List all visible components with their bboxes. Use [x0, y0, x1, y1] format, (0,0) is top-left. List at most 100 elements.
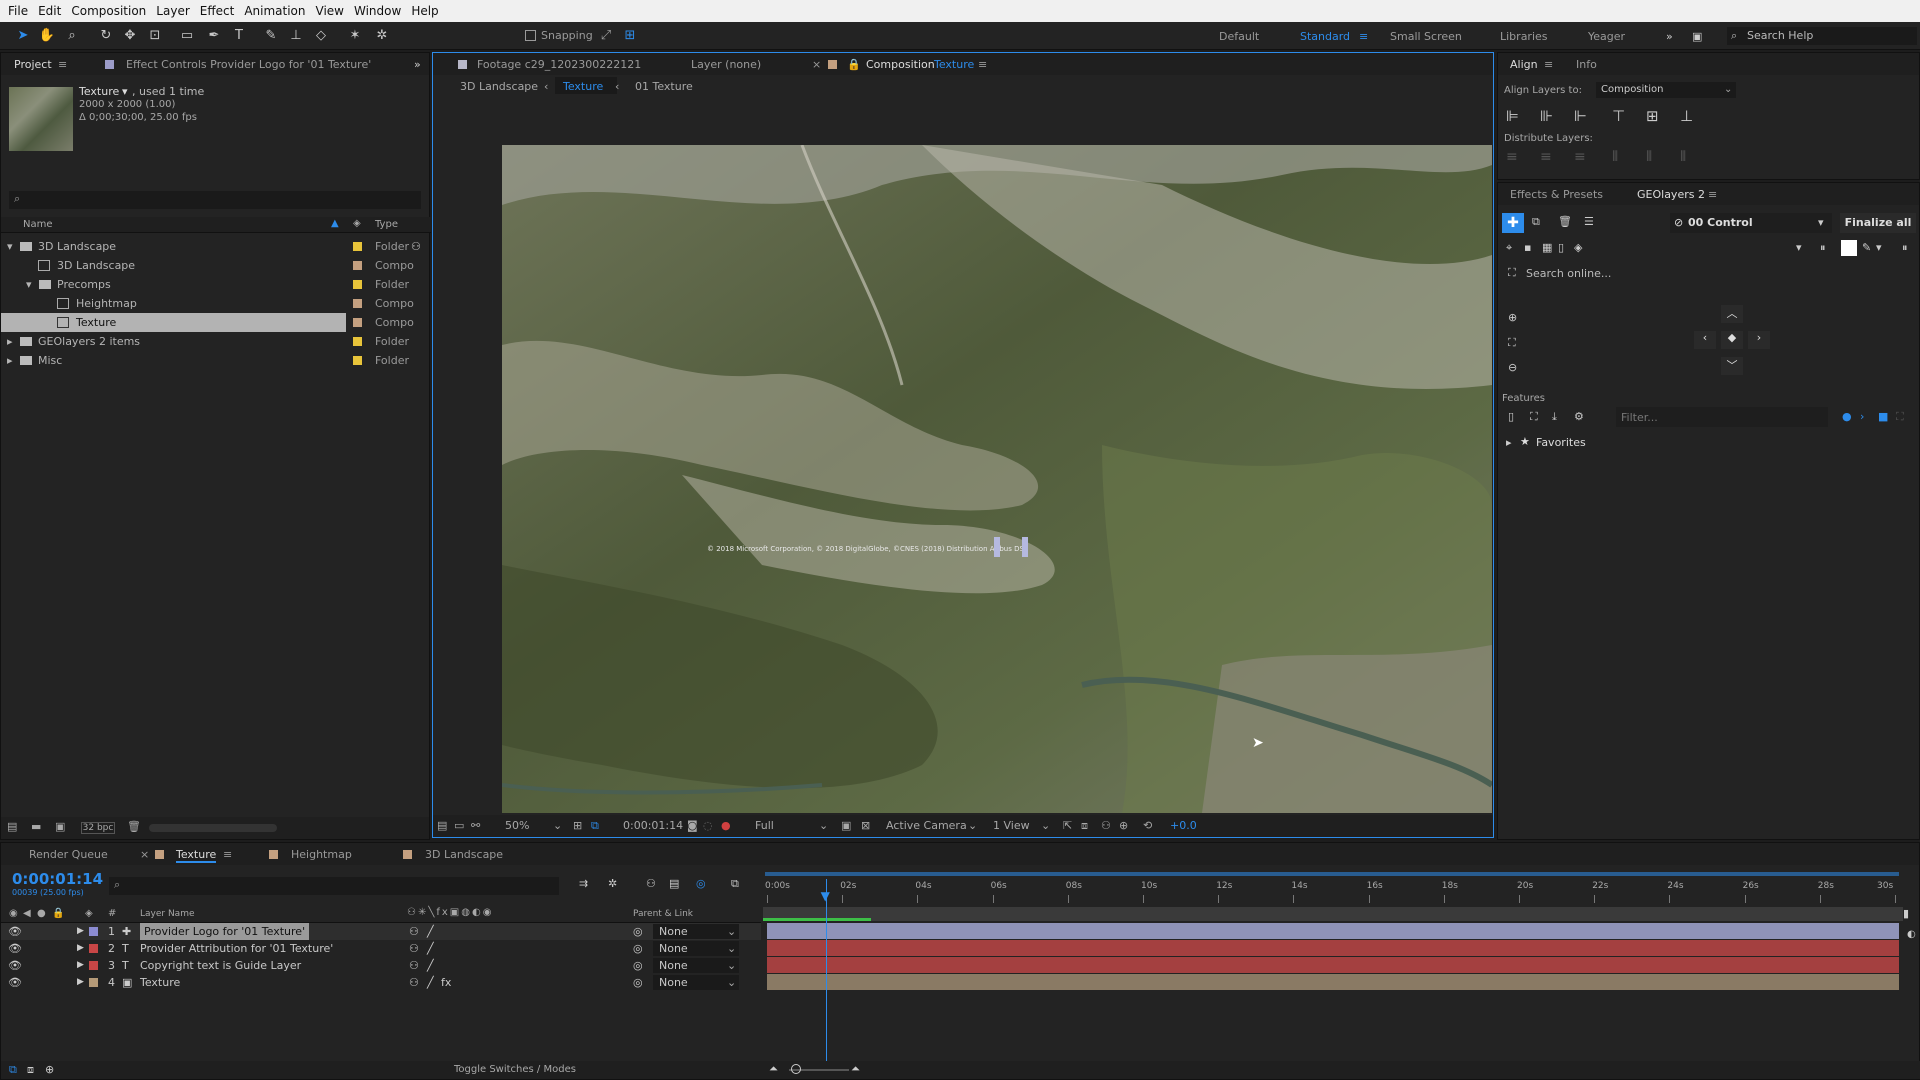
- fullscreen-icon[interactable]: ⛶: [1896, 410, 1904, 424]
- timeline-timecode[interactable]: 0:00:01:14: [12, 870, 103, 888]
- layer-name[interactable]: Provider Logo for '01 Texture': [140, 923, 310, 940]
- expand-feature-icon[interactable]: ⛶: [1530, 410, 1538, 424]
- selection-tool-icon[interactable]: ➤: [14, 27, 32, 45]
- style-dropdown-icon[interactable]: ▾: [1796, 241, 1802, 254]
- layer-row[interactable]: 👁 ▶ 4 ▣ Texture ⚇ ╱ fx ◎ None ⌄: [1, 974, 761, 991]
- work-area-bar[interactable]: [763, 869, 1903, 879]
- feature-filter-input[interactable]: Filter...: [1616, 407, 1828, 427]
- sort-arrow-icon[interactable]: ▲: [331, 218, 339, 229]
- workspace-small-screen[interactable]: Small Screen: [1390, 30, 1462, 43]
- camera-tool-icon[interactable]: ✥: [121, 27, 139, 45]
- motion-blur-icon[interactable]: ◎: [696, 877, 706, 890]
- pickwhip-icon[interactable]: ◎: [633, 974, 643, 991]
- expand-layer-icon[interactable]: ▶: [77, 940, 84, 957]
- tab-3d-landscape[interactable]: 3D Landscape: [425, 848, 503, 861]
- viewer-timecode[interactable]: 0:00:01:14: [623, 819, 683, 832]
- color-channels-icon[interactable]: ●: [721, 819, 731, 832]
- dot-icon[interactable]: ●: [1842, 410, 1852, 423]
- project-row[interactable]: ▾ 3D Landscape Folder ⚇: [1, 237, 421, 256]
- resolution-grid-icon[interactable]: ⊞: [573, 819, 582, 832]
- layer-name[interactable]: Provider Attribution for '01 Texture': [140, 940, 333, 957]
- pen-dropdown-icon[interactable]: ▾: [1876, 241, 1882, 254]
- provider-logo-layer[interactable]: [994, 537, 1000, 557]
- reset-exposure-icon[interactable]: ⟲: [1143, 819, 1152, 832]
- toggle-switches-modes-button[interactable]: Toggle Switches / Modes: [454, 1064, 576, 1075]
- zoom-in-icon[interactable]: ⊕: [1508, 311, 1517, 324]
- camera-dropdown-icon[interactable]: ⌄: [968, 819, 977, 832]
- pickwhip-icon[interactable]: ◎: [633, 957, 643, 974]
- tab-align[interactable]: Align: [1510, 58, 1538, 71]
- tab-footage[interactable]: Footage c29_1202300222121: [477, 58, 641, 71]
- favorites-label[interactable]: Favorites: [1536, 436, 1586, 449]
- eye-visibility-icon[interactable]: 👁: [8, 923, 22, 940]
- label-tag-icon[interactable]: ◈: [353, 218, 361, 229]
- workspace-libraries[interactable]: Libraries: [1500, 30, 1548, 43]
- label-column-icon[interactable]: ◈: [85, 908, 93, 919]
- layer-duration-bar[interactable]: [767, 923, 1899, 939]
- tab-geolayers[interactable]: GEOlayers 2: [1637, 188, 1705, 201]
- layer-label-swatch[interactable]: [89, 927, 98, 936]
- provider-logo-layer-right[interactable]: [1022, 537, 1028, 557]
- shy-switch-icon[interactable]: ⚇: [409, 940, 419, 957]
- pan-up-button[interactable]: ︿: [1721, 305, 1743, 323]
- eye-visibility-icon[interactable]: 👁: [8, 940, 22, 957]
- search-online-input[interactable]: ⛶ Search online...: [1502, 263, 1916, 283]
- col-type[interactable]: Type: [375, 219, 398, 230]
- snapshot-icon[interactable]: ◙: [687, 819, 698, 832]
- rectangle-tool-icon[interactable]: ▭: [178, 27, 196, 45]
- align-to-dropdown-icon[interactable]: ⌄: [1724, 84, 1732, 95]
- tab-align-menu-icon[interactable]: ≡: [1544, 58, 1553, 71]
- workspace-menu-icon[interactable]: ≡: [1359, 30, 1368, 43]
- quality-switch-icon[interactable]: ╱: [427, 940, 434, 957]
- search-help-input[interactable]: ⌕ Search Help: [1727, 27, 1917, 45]
- project-row-selected[interactable]: Texture: [1, 313, 346, 332]
- expand-modes-icon[interactable]: ⧈: [27, 1063, 34, 1077]
- quality-switch-icon[interactable]: ╱: [427, 974, 434, 991]
- pen-icon[interactable]: ✎: [1862, 241, 1871, 254]
- shy-switch-icon[interactable]: ⚇: [409, 957, 419, 974]
- graph-editor-icon[interactable]: ⧉: [731, 877, 739, 891]
- playhead-marker-icon[interactable]: ▼: [821, 889, 830, 903]
- type-tool-icon[interactable]: T: [230, 27, 248, 45]
- comp-mini-flowchart-icon[interactable]: ⇉: [579, 877, 588, 890]
- tab-project-menu-icon[interactable]: ≡: [58, 58, 67, 71]
- flowchart-icon[interactable]: ⚇: [1101, 819, 1111, 832]
- pickwhip-icon[interactable]: ◎: [633, 940, 643, 957]
- crumb-texture[interactable]: Texture: [563, 80, 603, 93]
- shy-layers-icon[interactable]: ⚇: [646, 877, 656, 890]
- menu-composition[interactable]: Composition: [71, 4, 146, 18]
- clone-stamp-tool-icon[interactable]: ⊥: [287, 27, 305, 45]
- disclosure-closed-icon[interactable]: ▸: [7, 351, 13, 370]
- comp-button-icon[interactable]: ▮: [1903, 907, 1909, 920]
- layer-duration-bar[interactable]: [767, 957, 1899, 973]
- menu-file[interactable]: File: [8, 4, 28, 18]
- parent-dropdown-icon[interactable]: ⌄: [727, 940, 736, 957]
- tab-effect-controls[interactable]: Effect Controls Provider Logo for '01 Te…: [126, 58, 371, 71]
- quality-switch-icon[interactable]: ╱: [427, 923, 434, 940]
- expand-layer-icon[interactable]: ▶: [77, 957, 84, 974]
- align-v-center-icon[interactable]: ⊞: [1646, 107, 1659, 125]
- resolution-dropdown-icon[interactable]: ⌄: [819, 819, 828, 832]
- snap-grid-icon[interactable]: ⊞: [621, 27, 639, 45]
- panel-layout-icon[interactable]: ▣: [1692, 30, 1702, 43]
- col-parent-link[interactable]: Parent & Link: [633, 909, 693, 919]
- puppet-tool-icon[interactable]: ✲: [373, 27, 391, 45]
- align-right-icon[interactable]: ⊩: [1574, 107, 1587, 125]
- pan-behind-tool-icon[interactable]: ⊡: [146, 27, 164, 45]
- zoom-tool-icon[interactable]: ⌕: [63, 27, 81, 45]
- disclosure-closed-icon[interactable]: ▸: [7, 332, 13, 351]
- zoom-out-icon[interactable]: ⊖: [1508, 361, 1517, 374]
- pan-center-button[interactable]: ◆: [1721, 331, 1743, 349]
- frame-blending-icon[interactable]: ▤: [669, 877, 679, 890]
- delete-icon[interactable]: 🗑: [1558, 215, 1572, 228]
- layers-icon[interactable]: ▦: [1542, 241, 1552, 254]
- document-icon[interactable]: ▯: [1558, 241, 1564, 254]
- pan-right-button[interactable]: ›: [1748, 331, 1770, 349]
- close-tab-icon[interactable]: ×: [812, 58, 821, 71]
- layer-label-swatch[interactable]: [89, 961, 98, 970]
- new-folder-icon[interactable]: ▬: [31, 820, 41, 833]
- tab-info[interactable]: Info: [1576, 58, 1597, 71]
- square-icon[interactable]: ■: [1878, 410, 1888, 423]
- tag-icon[interactable]: ◈: [1574, 241, 1582, 254]
- layer-name[interactable]: Copyright text is Guide Layer: [140, 957, 301, 974]
